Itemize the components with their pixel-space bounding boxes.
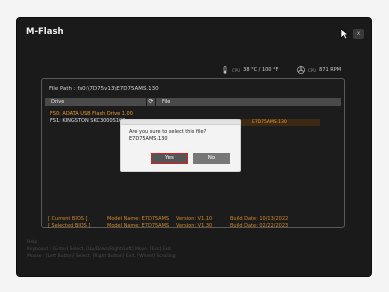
cpu-temp-label: CPU: [232, 67, 241, 73]
drive-item-fs0[interactable]: FS0: ADATA USB Flash Drive 1.00: [50, 111, 133, 117]
selected-bios-model: Model Name: E7D75AMS: [107, 223, 170, 229]
yes-button[interactable]: Yes: [151, 153, 188, 164]
dialog-header-bar: [121, 120, 240, 125]
mouse-cursor-icon: [340, 28, 349, 40]
help-keyboard: Keyboard : [Enter] Select, [Up/Down/Righ…: [27, 247, 172, 252]
current-bios-version: Version: V1.10: [176, 216, 213, 222]
cpu-fan-label: CPU: [308, 67, 317, 73]
file-name: E7D75AMS.130: [252, 120, 287, 125]
refresh-icon[interactable]: ⟳: [147, 98, 155, 106]
fan-icon: [297, 66, 305, 74]
dialog-filename: E7D75AMS.130: [129, 136, 168, 142]
selected-bios-label: [ Selected BIOS ]: [48, 223, 91, 229]
current-bios-label: [ Current BIOS ]: [48, 216, 88, 222]
cpu-temp-status: CPU 38 °C / 100 °F: [221, 66, 278, 74]
help-title: Help: [27, 240, 38, 245]
dialog-question: Are you sure to select this file?: [129, 129, 207, 135]
drive-column-header: Drive: [45, 98, 146, 106]
selected-bios-date: Build Date: 02/22/2023: [230, 223, 289, 229]
cpu-temp-value: 38 °C / 100 °F: [243, 67, 279, 73]
drive-item-fs1[interactable]: FS1: KINGSTON SKC3000S102: [50, 118, 125, 124]
current-bios-date: Build Date: 10/13/2022: [230, 216, 289, 222]
close-button[interactable]: x: [353, 29, 364, 39]
file-path: File Path : fs0:\7D75v13\E7D75AMS.130: [49, 86, 159, 92]
help-mouse: Mouse : [Left Button] Select, [Right But…: [27, 254, 176, 259]
confirm-dialog: Are you sure to select this file? E7D75A…: [120, 119, 241, 172]
file-column-header: File: [156, 98, 341, 106]
cpu-fan-status: CPU 871 RPM: [297, 66, 341, 74]
dialog-message: Are you sure to select this file? E7D75A…: [129, 129, 206, 143]
help-section: Help Keyboard : [Enter] Select, [Up/Down…: [27, 239, 176, 260]
current-bios-model: Model Name: E7D75AMS: [107, 216, 170, 222]
window-title: M-Flash: [26, 27, 64, 37]
cpu-fan-value: 871 RPM: [319, 67, 342, 73]
thermometer-icon: [223, 66, 227, 74]
no-button[interactable]: No: [193, 153, 230, 164]
selected-bios-version: Version: V1.30: [176, 223, 213, 229]
